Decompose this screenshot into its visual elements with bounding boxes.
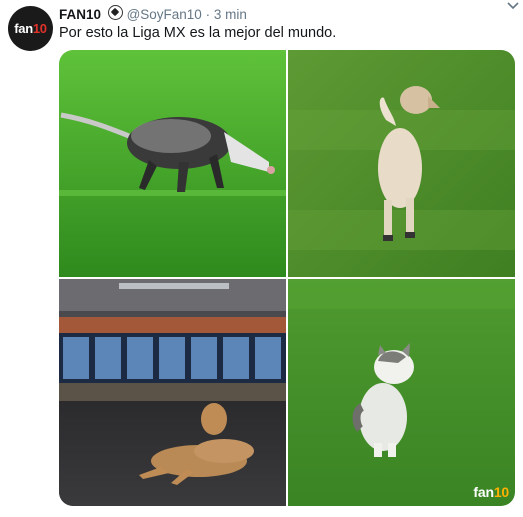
media-grid: fan10 bbox=[59, 50, 515, 506]
handle[interactable]: @SoyFan10 bbox=[127, 7, 202, 22]
separator: · bbox=[205, 7, 211, 22]
chevron-down-icon[interactable] bbox=[505, 1, 521, 15]
tweet-text: Por esto la Liga MX es la mejor del mund… bbox=[59, 25, 337, 41]
media-image-opossum[interactable] bbox=[59, 50, 286, 277]
media-image-dog-locker-room[interactable] bbox=[59, 279, 286, 506]
timestamp[interactable]: 3 min bbox=[214, 7, 247, 22]
tweet-header: FAN10 @SoyFan10 · 3 min bbox=[59, 5, 513, 23]
avatar-logo: fan10 bbox=[14, 21, 47, 36]
media-image-cat-pitch[interactable]: fan10 bbox=[288, 279, 515, 506]
media-image-dog-pitch[interactable] bbox=[288, 50, 515, 277]
fan10-watermark: fan10 bbox=[473, 484, 509, 500]
soccer-ball-icon bbox=[107, 5, 123, 20]
avatar[interactable]: fan10 bbox=[8, 6, 53, 51]
display-name[interactable]: FAN10 bbox=[59, 7, 101, 22]
